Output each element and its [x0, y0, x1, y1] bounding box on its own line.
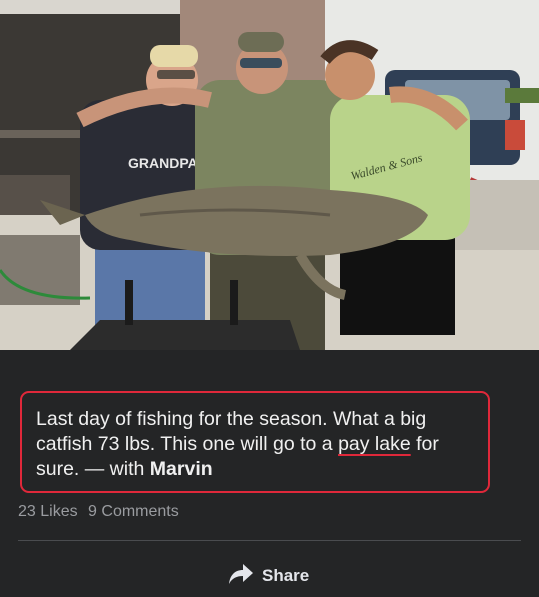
- share-button[interactable]: Share: [228, 563, 309, 589]
- tagged-friend-link[interactable]: Marvin: [150, 458, 213, 480]
- share-label: Share: [262, 566, 310, 585]
- comments-count[interactable]: 9 Comments: [88, 503, 179, 520]
- post-photo[interactable]: GRANDPA Walden & Sons: [0, 0, 539, 350]
- caption-underlined-text: pay lake: [338, 433, 411, 455]
- fishing-photo-illustration: GRANDPA Walden & Sons: [0, 0, 539, 350]
- shirt-text: GRANDPA: [128, 155, 198, 171]
- likes-count[interactable]: 23 Likes: [18, 503, 78, 520]
- caption-highlight-box: Last day of fishing for the season. What…: [20, 391, 490, 493]
- share-arrow-icon: [228, 563, 254, 590]
- post-stats: 23 Likes 9 Comments: [18, 503, 185, 521]
- divider: [18, 540, 521, 541]
- post-caption: Last day of fishing for the season. What…: [36, 407, 474, 482]
